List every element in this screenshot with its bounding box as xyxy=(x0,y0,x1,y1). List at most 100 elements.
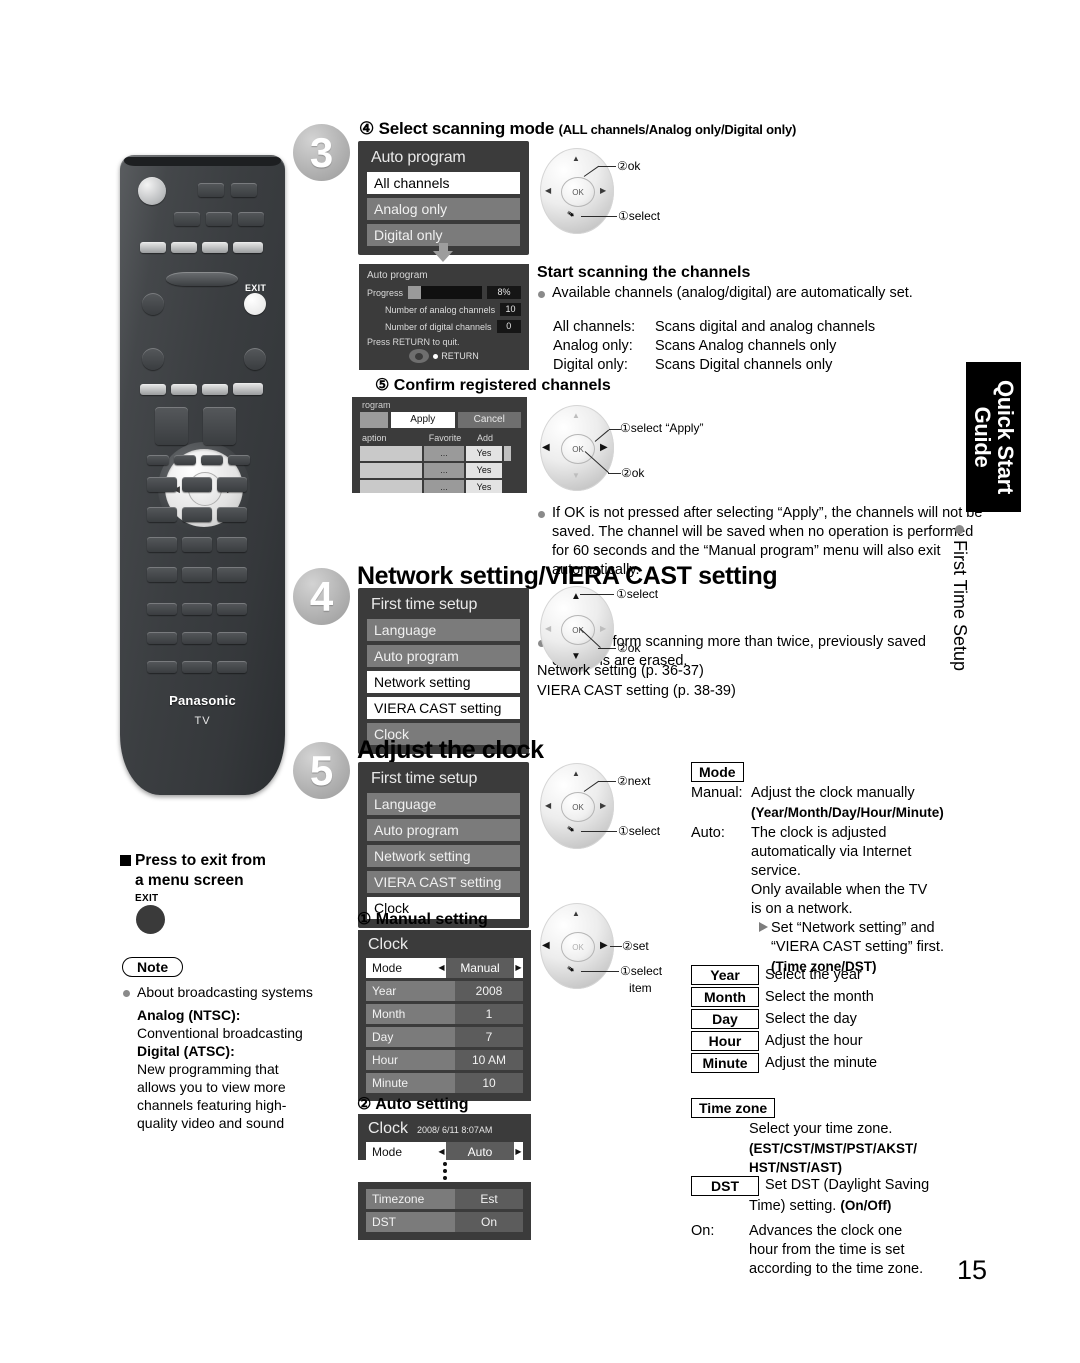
first-time-setup-menu-clock: First time setup Language Auto program N… xyxy=(358,762,529,928)
menu-item-language[interactable]: Language xyxy=(367,619,520,641)
step-3-heading-number: ④ xyxy=(359,119,375,138)
mode-auto-arrow-line1: Set “Network setting” and xyxy=(771,920,935,936)
clock-value: 1 xyxy=(455,1004,523,1024)
mode-auto-line: is on a network. xyxy=(751,901,853,917)
clock-value: 2008 xyxy=(455,981,523,1001)
year-box-label: Year xyxy=(691,965,759,985)
clock-row-hour[interactable]: Hour 10 AM xyxy=(366,1050,523,1070)
menu-item-language[interactable]: Language xyxy=(367,793,520,815)
clock-value: Manual xyxy=(446,958,514,978)
menu-item-viera-cast-setting[interactable]: VIERA CAST setting xyxy=(367,871,520,893)
remote-button xyxy=(203,407,236,445)
note-digital-heading: Digital (ATSC): xyxy=(137,1043,235,1059)
clock-row-year[interactable]: Year 2008 xyxy=(366,981,523,1001)
remote-button xyxy=(231,183,257,197)
network-setting-ref: Network setting (p. 36-37) xyxy=(537,663,704,679)
month-description: Select the month xyxy=(765,988,874,1005)
auto-program-menu: Auto program All channels Analog only Di… xyxy=(358,141,529,255)
navdial-up-arrow-icon: ▲ xyxy=(572,154,580,163)
right-arrow-icon[interactable]: ▶ xyxy=(514,1142,523,1162)
remote-button xyxy=(202,384,228,395)
scrollbar-track[interactable] xyxy=(504,480,511,493)
callout-select: ①select xyxy=(618,824,661,838)
navdial-step4: ▲ ▼ ◀ ▶ OK ①select ②ok xyxy=(540,586,658,672)
navdial-ok-button: OK xyxy=(561,792,595,822)
return-label: RETURN xyxy=(441,351,479,361)
remote-button xyxy=(171,242,197,253)
row-favorite: ... xyxy=(424,446,464,461)
auto-setting-heading: ② Auto setting xyxy=(357,1094,469,1114)
callout-leader xyxy=(598,166,616,167)
remote-button xyxy=(182,661,212,673)
confirm-heading-number: ⑤ xyxy=(375,377,390,394)
navdial-left-arrow-icon: ◀ xyxy=(545,186,552,195)
clock-timestamp: 2008/ 6/11 8:07AM xyxy=(417,1125,493,1135)
menu-item-all-channels[interactable]: All channels xyxy=(367,172,520,194)
remote-top-strip xyxy=(124,157,281,166)
remote-round-button xyxy=(142,293,164,315)
navdial-right-arrow-icon: ▶ xyxy=(600,442,608,453)
clock-value: 10 AM xyxy=(455,1050,523,1070)
clock-row-mode[interactable]: Mode ◀ Manual ▶ xyxy=(366,958,523,978)
navdial-up-arrow-icon: ▲ xyxy=(572,909,580,918)
left-arrow-icon[interactable]: ◀ xyxy=(437,958,446,978)
confirm-panel-title: rogram xyxy=(362,400,391,410)
dst-line1: Set DST (Daylight Saving xyxy=(765,1177,930,1193)
confirm-channels-heading: ⑤ Confirm registered channels xyxy=(375,375,611,395)
menu-item-auto-program[interactable]: Auto program xyxy=(367,819,520,841)
exit-button-icon xyxy=(136,905,165,934)
remote-button xyxy=(217,661,247,673)
right-arrow-icon[interactable]: ▶ xyxy=(514,958,523,978)
remote-button xyxy=(182,603,212,615)
remote-button xyxy=(202,242,228,253)
clock-field-definitions: Year Select the year Month Select the mo… xyxy=(691,965,877,1075)
table-row[interactable]: ... Yes xyxy=(360,463,521,478)
exit-heading-line1: Press to exit from xyxy=(135,852,266,869)
timezone-line2: (EST/CST/MST/PST/AKST/ xyxy=(749,1141,918,1156)
remote-button xyxy=(147,632,177,644)
scrollbar[interactable] xyxy=(504,446,511,461)
row-caption xyxy=(360,480,422,493)
bullet-square-icon xyxy=(120,855,131,866)
step-5-number: 5 xyxy=(293,742,350,799)
menu-item-auto-program[interactable]: Auto program xyxy=(367,645,520,667)
left-arrow-icon[interactable]: ◀ xyxy=(437,1142,446,1162)
menu-item-viera-cast-setting[interactable]: VIERA CAST setting xyxy=(367,697,520,719)
remote-keypad-button xyxy=(182,567,212,582)
dst-on-line: according to the time zone. xyxy=(749,1261,924,1277)
hour-description: Adjust the hour xyxy=(765,1032,863,1049)
apply-button[interactable]: Apply xyxy=(391,412,455,428)
progress-bar xyxy=(408,286,482,299)
row-add: Yes xyxy=(466,446,502,461)
clock-row-dst[interactable]: DST On xyxy=(366,1212,523,1232)
clock-value: 7 xyxy=(455,1027,523,1047)
row-caption xyxy=(360,446,422,461)
menu-item-analog-only[interactable]: Analog only xyxy=(367,198,520,220)
remote-rocker-button xyxy=(166,272,238,286)
exit-heading-line2: a menu screen xyxy=(135,872,244,889)
table-row[interactable]: ... Yes xyxy=(360,446,521,461)
menu-item-network-setting[interactable]: Network setting xyxy=(367,671,520,693)
clock-row-timezone[interactable]: Timezone Est xyxy=(366,1189,523,1209)
menu-item-network-setting[interactable]: Network setting xyxy=(367,845,520,867)
mode-box-label: Mode xyxy=(691,762,744,782)
remote-button xyxy=(233,383,263,395)
cancel-button[interactable]: Cancel xyxy=(457,412,521,428)
note-section: Note About broadcasting systems Analog (… xyxy=(122,957,317,1132)
navdial-manual-setting: ▲ ◀ ▶ ➠ OK ②set ①select item xyxy=(540,903,662,995)
scrollbar-track[interactable] xyxy=(504,463,511,478)
menu-title: First time setup xyxy=(371,770,478,787)
clock-row-month[interactable]: Month 1 xyxy=(366,1004,523,1024)
clock-row-minute[interactable]: Minute 10 xyxy=(366,1073,523,1093)
confirm-channels-panel: rogram Apply Cancel aption Favorite Add … xyxy=(352,397,527,493)
callout-next: ②next xyxy=(617,774,651,788)
clock-row-mode[interactable]: Mode ◀ Auto ▶ xyxy=(366,1142,523,1162)
navdial-down-arrow-icon: ▼ xyxy=(572,471,580,480)
navdial-left-arrow-icon: ◀ xyxy=(545,801,552,810)
navdial-step3-confirm: ▲ ▼ ◀ ▶ OK ①select “Apply” ②ok xyxy=(540,405,703,491)
scan-mode-key: Analog only: xyxy=(553,338,633,354)
remote-button xyxy=(147,661,177,673)
callout-select-item-2: item xyxy=(629,981,652,995)
table-row[interactable]: ... Yes xyxy=(360,480,521,493)
clock-row-day[interactable]: Day 7 xyxy=(366,1027,523,1047)
